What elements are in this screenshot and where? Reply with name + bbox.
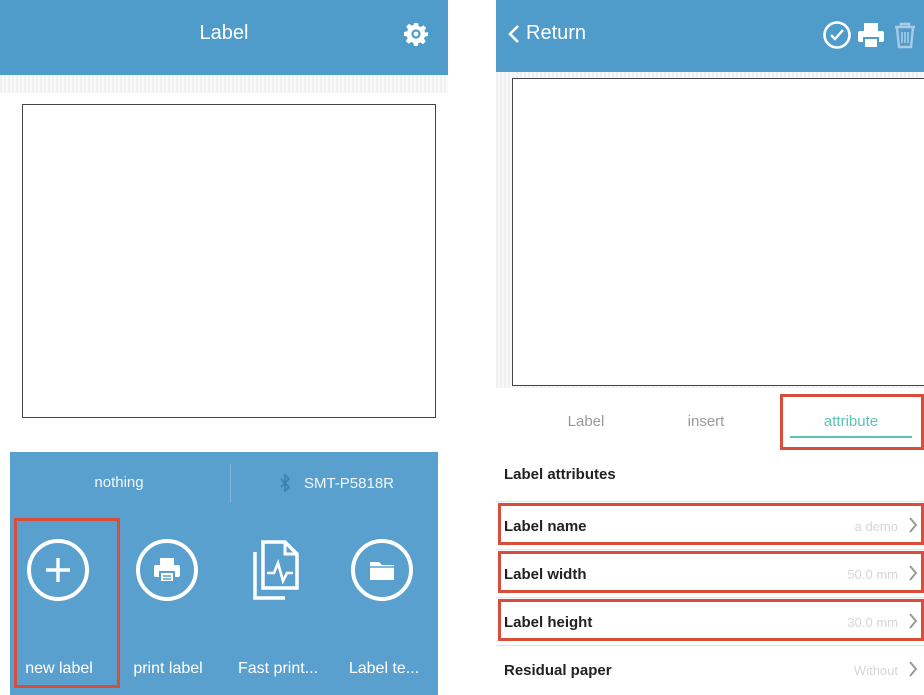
header-shadow (0, 75, 448, 93)
label-edit-canvas[interactable] (512, 78, 924, 386)
printer-circle-icon (136, 539, 198, 601)
tab-insert[interactable]: insert (656, 396, 756, 448)
document-chart-icon (253, 540, 299, 600)
return-button[interactable]: Return (508, 22, 586, 45)
label-templates-label: Label te... (348, 660, 420, 677)
label-preview-canvas[interactable] (22, 104, 436, 418)
highlight-attribute-tab (780, 394, 924, 450)
printer-status-bar: nothing SMT-P5818R (10, 452, 438, 514)
highlight-new-label (14, 518, 120, 688)
bluetooth-icon (280, 474, 290, 492)
folder-circle-icon (351, 539, 413, 601)
row-residual-paper[interactable]: Residual paper Without (496, 645, 924, 694)
return-label: Return (526, 22, 587, 44)
editor-header: Return (496, 0, 924, 72)
gear-icon[interactable] (404, 22, 428, 46)
print-label-label: print label (133, 660, 203, 677)
printer-icon[interactable] (856, 20, 886, 50)
highlight-label-height (498, 599, 924, 641)
app-header: Label (0, 0, 448, 75)
row-value: Without (853, 662, 898, 678)
highlight-label-name (498, 503, 924, 545)
fast-print-label: Fast print... (237, 660, 319, 677)
chevron-right-icon (909, 661, 918, 677)
label-editor-screen: Return Label insert attribute Label attr… (496, 0, 924, 695)
section-title: Label attributes (504, 466, 616, 483)
template-name[interactable]: nothing (10, 452, 228, 514)
highlight-label-width (498, 551, 924, 593)
printer-connection[interactable]: SMT-P5818R (236, 452, 438, 514)
trash-icon[interactable] (890, 20, 920, 50)
printer-name: SMT-P5818R (303, 474, 395, 492)
tab-label[interactable]: Label (536, 396, 636, 448)
chevron-left-icon (508, 24, 519, 43)
page-title: Label (199, 22, 249, 44)
check-circle-icon[interactable] (822, 20, 852, 50)
label-home-screen: Label nothing SMT-P5818R new label print… (0, 0, 448, 695)
divider (230, 464, 231, 502)
row-label: Residual paper (504, 661, 612, 679)
